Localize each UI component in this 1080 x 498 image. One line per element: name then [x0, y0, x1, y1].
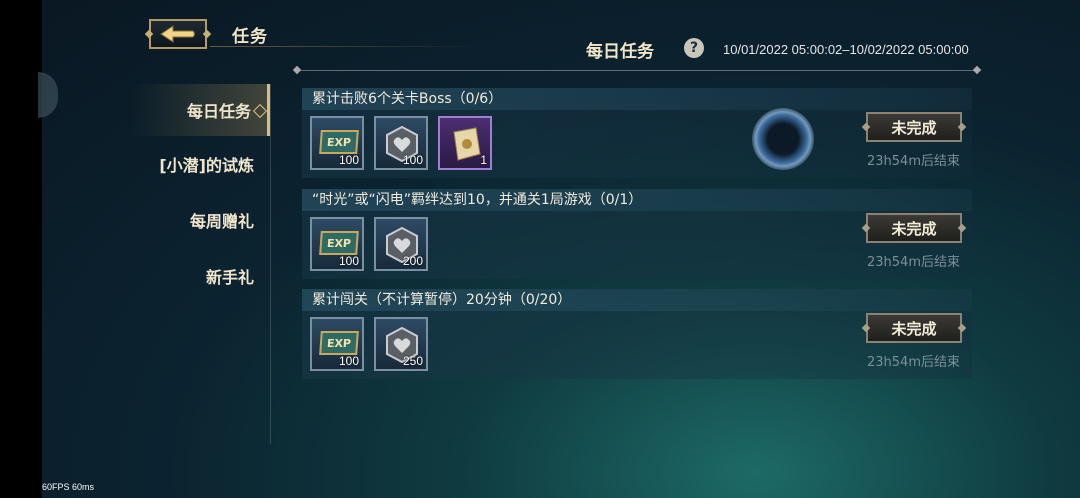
reward-heart[interactable]: 250 [374, 317, 428, 371]
reward-exp[interactable]: EXP 100 [310, 116, 364, 170]
sidebar-item-label: 每周赠礼 [189, 212, 254, 231]
sidebar-item-daily-tasks[interactable]: 每日任务 [130, 84, 270, 136]
reward-exp[interactable]: EXP 100 [310, 317, 364, 371]
task-body: EXP 100 100 1 未完成 23h54m后结束 [302, 108, 972, 178]
exp-icon: EXP [319, 130, 359, 154]
back-arrow-icon [160, 25, 195, 43]
sidebar-item-label: 每日任务 [186, 102, 251, 121]
task-card: 累计闯关（不计算暂停）20分钟（0/20） EXP 100 250 未完成 23… [302, 289, 972, 379]
fps-overlay: 60FPS 60ms [42, 482, 95, 492]
sidebar-divider [270, 84, 271, 444]
portal-orb-icon [752, 108, 814, 170]
sidebar-item-weekly-gift[interactable]: 每周赠礼 [130, 192, 270, 248]
incomplete-status-button[interactable]: 未完成 [866, 112, 962, 142]
task-timer: 23h54m后结束 [867, 154, 960, 169]
sidebar-item-trial[interactable]: [小潜]的试炼 [130, 136, 270, 192]
side-pull-tab[interactable] [38, 72, 58, 118]
reward-count: 1 [480, 153, 487, 167]
reward-count: 250 [402, 354, 423, 368]
reward-heart[interactable]: 200 [374, 217, 428, 271]
sidebar-item-newbie-gift[interactable]: 新手礼 [130, 248, 270, 304]
reward-scroll[interactable]: 1 [438, 116, 492, 170]
section-divider [297, 70, 977, 71]
task-title: 累计闯关（不计算暂停）20分钟（0/20） [302, 289, 972, 311]
incomplete-status-button[interactable]: 未完成 [866, 213, 962, 243]
time-range: 10/01/2022 05:00:02–10/02/2022 05:00:00 [723, 42, 969, 57]
section-title: 每日任务 [586, 42, 654, 62]
reward-exp[interactable]: EXP 100 [310, 217, 364, 271]
screen-left-edge [0, 0, 42, 498]
reward-count: 200 [402, 254, 423, 268]
exp-icon: EXP [319, 231, 359, 255]
task-title: “时光”或“闪电”羁绊达到10，并通关1局游戏（0/1） [302, 189, 972, 211]
reward-count: 100 [402, 153, 423, 167]
task-title: 累计击败6个关卡Boss（0/6） [302, 88, 972, 110]
sidebar: 每日任务 [小潜]的试炼 每周赠礼 新手礼 [130, 84, 270, 304]
reward-heart[interactable]: 100 [374, 116, 428, 170]
reward-count: 100 [338, 254, 359, 268]
sidebar-item-label: [小潜]的试炼 [159, 156, 254, 175]
task-card: “时光”或“闪电”羁绊达到10，并通关1局游戏（0/1） EXP 100 200… [302, 189, 972, 279]
reward-count: 100 [338, 153, 359, 167]
back-button[interactable] [149, 19, 207, 49]
help-icon[interactable]: ? [684, 38, 704, 58]
sidebar-item-label: 新手礼 [205, 268, 254, 287]
exp-icon: EXP [319, 331, 359, 355]
task-body: EXP 100 250 未完成 23h54m后结束 [302, 311, 972, 379]
header-divider [210, 46, 480, 47]
task-card: 累计击败6个关卡Boss（0/6） EXP 100 100 1 未完成 23h5… [302, 88, 972, 178]
reward-count: 100 [338, 354, 359, 368]
incomplete-status-button[interactable]: 未完成 [866, 313, 962, 343]
page-title: 任务 [232, 27, 268, 47]
task-timer: 23h54m后结束 [867, 255, 960, 270]
task-body: EXP 100 200 未完成 23h54m后结束 [302, 211, 972, 279]
active-indicator-icon [252, 103, 268, 119]
task-timer: 23h54m后结束 [867, 355, 960, 370]
